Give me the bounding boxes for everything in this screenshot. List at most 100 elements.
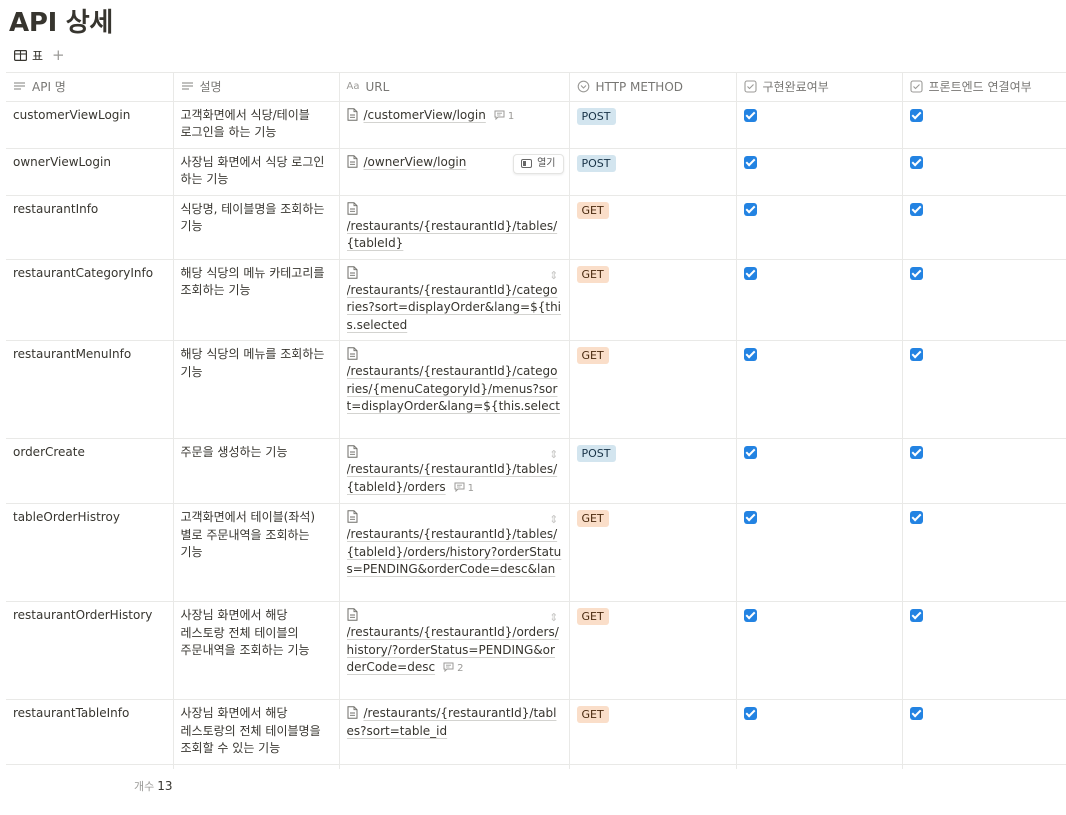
implemented-checkbox[interactable] xyxy=(743,266,757,280)
url-cell[interactable]: /restaurants/{restaurantId}/tables/{tabl… xyxy=(339,195,570,260)
frontend-checkbox[interactable] xyxy=(909,707,923,720)
column-header-frontend[interactable]: 프론트엔드 연결여부 xyxy=(902,73,1066,102)
implemented-checkbox[interactable] xyxy=(743,511,757,524)
api-name-cell[interactable]: restaurantTableInfo xyxy=(6,699,174,765)
select-icon xyxy=(577,80,589,93)
implemented-checkbox[interactable] xyxy=(743,202,757,216)
api-name-cell[interactable]: customerViewLogin xyxy=(6,101,174,149)
column-header-http-method[interactable]: HTTP METHOD xyxy=(569,73,737,102)
frontend-checkbox[interactable] xyxy=(909,266,923,280)
url-link[interactable]: /restaurants/{restaurantId}/tables?sort=… xyxy=(347,706,557,738)
url-cell[interactable]: /restaurants/{restaurantId}/categories?s… xyxy=(339,259,570,341)
http-method-cell[interactable]: GET xyxy=(569,699,737,765)
frontend-checkbox[interactable] xyxy=(909,202,923,216)
description-cell[interactable]: 사장님 화면에서 해당 레스토랑의 전체 테이블명을 조회할 수 있는 기능 xyxy=(173,699,340,765)
add-view-icon[interactable]: + xyxy=(52,47,65,63)
frontend-checkbox[interactable] xyxy=(909,155,923,169)
implemented-cell xyxy=(736,601,903,700)
url-link[interactable]: /restaurants/{restaurantId}/tables/{tabl… xyxy=(347,527,562,581)
resize-handle-icon[interactable]: ⇕ xyxy=(549,609,558,627)
http-method-cell[interactable]: POST xyxy=(569,438,737,504)
url-cell[interactable]: /restaurants/{restaurantId}/tables/{tabl… xyxy=(339,438,570,504)
url-link[interactable]: /restaurants/{restaurantId}/tables/{tabl… xyxy=(347,462,558,494)
table-row[interactable]: customerViewLogin 고객화면에서 식당/테이블 로그인을 하는 기… xyxy=(6,101,1066,149)
frontend-checkbox[interactable] xyxy=(909,446,923,459)
table-row[interactable]: restaurantTableInfo 사장님 화면에서 해당 레스토랑의 전체 … xyxy=(6,699,1066,765)
description-cell[interactable]: 사장님 화면에서 특정 테이블 xyxy=(173,764,340,769)
resize-handle-icon[interactable]: ⇕ xyxy=(549,511,558,529)
checkbox-icon xyxy=(909,80,923,93)
table-row[interactable]: tableOrderHistroy 고객화면에서 테이블(좌석)별로 주문내역을 … xyxy=(6,503,1066,602)
resize-handle-icon[interactable]: ⇕ xyxy=(549,267,558,285)
url-cell[interactable]: /customerView/login 1 xyxy=(339,101,570,149)
comment-count[interactable]: 1 xyxy=(454,482,474,494)
table-row[interactable]: orderCreate 주문을 생성하는 기능/restaurants/{rest… xyxy=(6,438,1066,504)
open-page-button[interactable]: 열기 xyxy=(513,153,564,174)
description-cell[interactable]: 고객화면에서 테이블(좌석)별로 주문내역을 조회하는 기능 xyxy=(173,503,340,602)
implemented-checkbox[interactable] xyxy=(743,348,757,361)
comment-count[interactable]: 1 xyxy=(494,110,514,122)
column-header-label: HTTP METHOD xyxy=(595,79,684,94)
http-method-tag: GET xyxy=(576,265,609,283)
url-cell[interactable]: /restaurants/{restaurantId}/categories/{… xyxy=(339,340,570,439)
table-row[interactable]: restaurantCategoryInfo 해당 식당의 메뉴 카테고리를 조회… xyxy=(6,259,1066,341)
view-tab-table[interactable]: 표 xyxy=(14,47,43,64)
column-header-description[interactable]: 설명 xyxy=(173,73,340,102)
implemented-checkbox[interactable] xyxy=(743,155,757,169)
view-tab-label: 표 xyxy=(32,48,44,63)
api-name-cell[interactable]: restaurantMenuInfo xyxy=(6,340,174,439)
url-cell[interactable]: /restaurants/{restaurantId}/tables/{tabl… xyxy=(339,503,570,602)
url-link[interactable]: /customerView/login xyxy=(364,108,486,122)
frontend-checkbox[interactable] xyxy=(909,511,923,524)
http-method-cell[interactable]: PUT xyxy=(569,764,737,769)
table-row[interactable]: restaurantMenuInfo 해당 식당의 메뉴를 조회하는 기능/res… xyxy=(6,340,1066,439)
url-link[interactable]: /restaurants/{restaurantId}/tables/{tabl… xyxy=(347,219,558,251)
api-name-cell[interactable]: ownerViewLogin xyxy=(6,148,174,196)
implemented-checkbox[interactable] xyxy=(743,609,757,622)
api-name-cell[interactable]: restaurantCategoryInfo xyxy=(6,259,174,341)
http-method-cell[interactable]: GET xyxy=(569,259,737,341)
column-header-label: URL xyxy=(365,79,390,94)
description-cell[interactable]: 해당 식당의 메뉴를 조회하는 기능 xyxy=(173,340,340,439)
frontend-checkbox[interactable] xyxy=(909,108,923,122)
implemented-checkbox[interactable] xyxy=(743,446,757,459)
api-name-cell[interactable]: restaurantOrderHistory xyxy=(6,601,174,700)
column-header-url[interactable]: Aa URL xyxy=(339,73,570,102)
description-cell[interactable]: 고객화면에서 식당/테이블 로그인을 하는 기능 xyxy=(173,101,340,149)
api-name-cell[interactable]: orderStatusChange xyxy=(6,764,174,769)
url-link[interactable]: /restaurants/{restaurantId}/categories?s… xyxy=(347,283,562,332)
url-link[interactable]: /ownerView/login xyxy=(364,155,467,169)
description-cell[interactable]: 사장님 화면에서 해당 레스토랑 전체 테이블의 주문내역을 조회하는 기능 xyxy=(173,601,340,700)
open-sidepeek-icon xyxy=(521,159,533,168)
frontend-checkbox[interactable] xyxy=(909,348,923,361)
url-cell[interactable]: /restaurants/{restaurantId}/tables?sort=… xyxy=(339,699,570,765)
column-header-api-name[interactable]: API 명 xyxy=(6,73,174,102)
resize-handle-icon[interactable]: ⇕ xyxy=(549,446,558,464)
url-cell[interactable]: /restaurants/{restaurantId}/orders/histo… xyxy=(339,601,570,700)
http-method-cell[interactable]: POST xyxy=(569,148,737,196)
api-name-cell[interactable]: orderCreate xyxy=(6,438,174,504)
table-row[interactable]: orderStatusChange사장님 화면에서 특정 테이블 PUT xyxy=(6,764,1066,769)
implemented-checkbox[interactable] xyxy=(743,707,757,720)
implemented-checkbox[interactable] xyxy=(743,108,757,122)
table-row[interactable]: restaurantOrderHistory 사장님 화면에서 해당 레스토랑 전… xyxy=(6,601,1066,700)
frontend-checkbox[interactable] xyxy=(909,609,923,622)
url-link[interactable]: /restaurants/{restaurantId}/categories/{… xyxy=(347,364,560,418)
http-method-cell[interactable]: GET xyxy=(569,601,737,700)
description-cell[interactable]: 주문을 생성하는 기능 xyxy=(173,438,340,504)
column-header-implemented[interactable]: 구현완료여부 xyxy=(736,73,903,102)
api-name-cell[interactable]: restaurantInfo xyxy=(6,195,174,260)
table-row[interactable]: ownerViewLogin 사장님 화면에서 식당 로그인 하는 기능/owne… xyxy=(6,148,1066,196)
http-method-cell[interactable]: POST xyxy=(569,101,737,149)
url-cell[interactable]: /ownerView/login 열기 xyxy=(339,148,570,196)
api-name-cell[interactable]: tableOrderHistroy xyxy=(6,503,174,602)
http-method-cell[interactable]: GET xyxy=(569,340,737,439)
description-cell[interactable]: 사장님 화면에서 식당 로그인 하는 기능 xyxy=(173,148,340,196)
comment-count[interactable]: 2 xyxy=(443,662,463,674)
http-method-cell[interactable]: GET xyxy=(569,503,737,602)
table-row[interactable]: restaurantInfo 식당명, 테이블명을 조회하는 기능/restaur… xyxy=(6,195,1066,260)
description-cell[interactable]: 해당 식당의 메뉴 카테고리를 조회하는 기능 xyxy=(173,259,340,341)
description-cell[interactable]: 식당명, 테이블명을 조회하는 기능 xyxy=(173,195,340,260)
http-method-cell[interactable]: GET xyxy=(569,195,737,260)
url-cell[interactable] xyxy=(339,764,570,769)
